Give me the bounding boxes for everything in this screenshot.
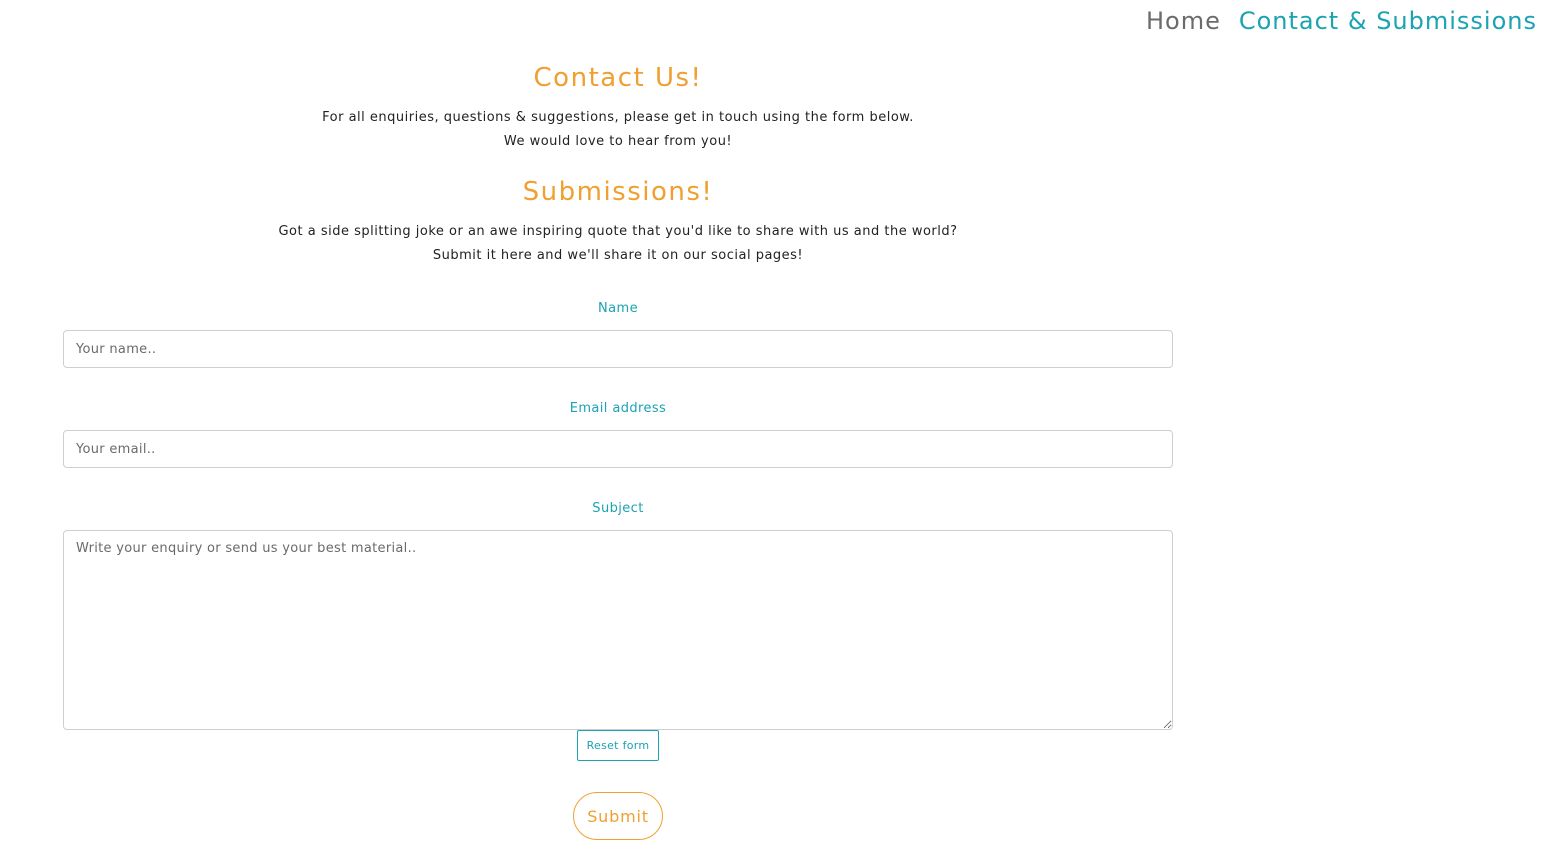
nav-link-contact-submissions[interactable]: Contact & Submissions	[1239, 4, 1537, 38]
contact-intro: For all enquiries, questions & suggestio…	[63, 106, 1173, 154]
submit-button[interactable]: Submit	[573, 792, 663, 840]
subject-textarea[interactable]	[63, 530, 1173, 730]
email-input[interactable]	[63, 430, 1173, 468]
top-nav: Home Contact & Submissions	[1146, 4, 1537, 38]
name-input[interactable]	[63, 330, 1173, 368]
contact-heading: Contact Us!	[533, 63, 703, 93]
name-label: Name	[598, 301, 638, 316]
submissions-intro-line-1: Got a side splitting joke or an awe insp…	[278, 224, 958, 239]
submissions-intro-line-2: Submit it here and we'll share it on our…	[432, 248, 804, 263]
reset-form-button[interactable]: Reset form	[577, 730, 659, 761]
submissions-heading: Submissions!	[522, 177, 714, 207]
subject-label: Subject	[592, 501, 644, 516]
email-label: Email address	[569, 401, 667, 416]
contact-intro-line-1: For all enquiries, questions & suggestio…	[322, 110, 914, 125]
page: Home Contact & Submissions Contact Us! F…	[0, 0, 1552, 868]
nav-link-home[interactable]: Home	[1146, 4, 1221, 38]
submissions-intro: Got a side splitting joke or an awe insp…	[63, 220, 1173, 268]
contact-intro-line-2: We would love to hear from you!	[503, 134, 733, 149]
